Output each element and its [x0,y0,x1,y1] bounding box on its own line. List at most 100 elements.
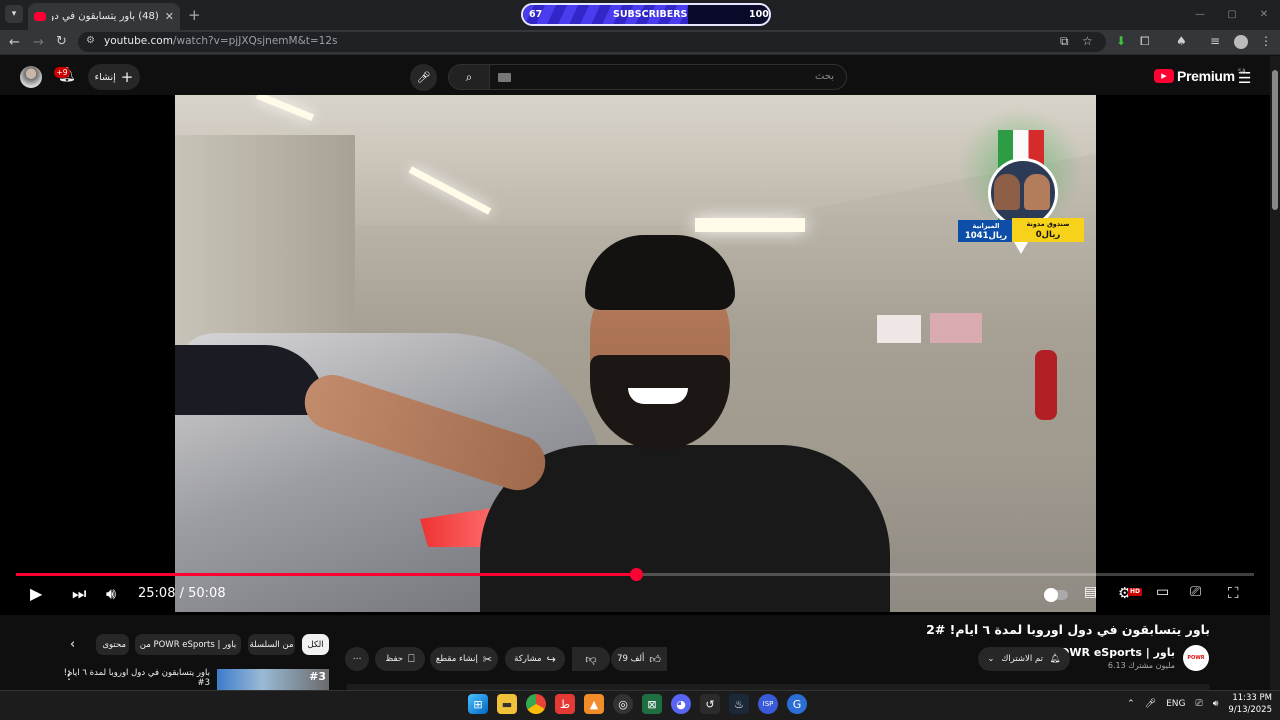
maximize-button[interactable]: ▢ [1216,0,1248,28]
chips-scroll-left-icon[interactable]: ‹ [70,637,75,652]
budget-box: الميزانية 1041ريال [958,220,1014,242]
back-arrow-icon[interactable]: ← [9,35,20,50]
budget-value: 1041ريال [964,231,1008,241]
chip-all[interactable]: الكل [302,634,329,655]
extensions-puzzle-icon[interactable]: ⧠ [1140,34,1150,49]
search-icon: ⌕ [465,69,473,84]
channel-avatar[interactable]: POWR [1183,645,1209,671]
tab-list-button[interactable]: ▾ [5,5,23,23]
chip-channel[interactable]: من POWR eSports | باور [135,634,241,655]
create-button[interactable]: إنشاء + [88,64,140,90]
language-indicator[interactable]: ENG [1166,699,1185,709]
hd-badge: HD [1128,588,1142,596]
save-button[interactable]: حفظ ⎕ [375,647,425,671]
more-actions-button[interactable]: ⋯ [345,647,369,671]
fullscreen-icon[interactable]: ⛶ [1228,584,1239,602]
likes-count: 79 ألف [617,654,645,664]
progress-bar[interactable] [16,568,1254,581]
profile-avatar-icon[interactable] [1234,35,1248,49]
tab-title: (48) باور يتسابقون في دول اوروبا [52,11,159,22]
reload-icon[interactable]: ↻ [56,34,67,49]
search-input[interactable]: بحث [489,64,847,90]
cast-icon[interactable]: ⎚ [1190,584,1201,600]
windows-start-icon[interactable]: ⊞ [468,694,488,714]
play-icon[interactable]: ▶ [30,584,42,603]
app-arc-icon[interactable]: ↺ [700,694,720,714]
incognito-icon[interactable]: ♠ [1176,34,1187,48]
microphone-icon: 🎤︎ [416,71,431,84]
microphone-tray-icon[interactable]: 🎤︎ [1145,699,1156,709]
video-title: باور يتسابقون في دول اوروبا لمدة ٦ ايام!… [926,622,1210,637]
new-tab-button[interactable]: + [188,6,201,24]
page-scrollbar-thumb[interactable] [1272,70,1278,210]
chrome-icon[interactable] [526,694,546,714]
dislike-button[interactable]: 👎︎ [572,647,610,671]
plus-icon: + [120,68,134,86]
reading-list-icon[interactable]: ≡ [1210,34,1220,48]
speaker-icon[interactable]: 🔊︎ [1213,699,1219,709]
address-bar[interactable]: ⚙ youtube.com/watch?v=pjJXQsjnemM&t=12s [78,32,1106,52]
autoplay-toggle[interactable] [1044,588,1068,602]
file-explorer-icon[interactable]: ▬ [497,694,517,714]
tray-chevron-icon[interactable]: ⌃ [1127,699,1135,709]
minimize-button[interactable]: — [1184,0,1216,28]
close-window-button[interactable]: ✕ [1248,0,1280,28]
youtube-play-logo-icon: ▶ [1154,69,1174,83]
suggestion-menu-icon[interactable]: ⋮ [63,668,75,682]
budget-overlay-badge: الميزانية 1041ريال صندوق مدونة 0ريال [958,108,1084,258]
episode-number: #3 [309,670,326,683]
youtube-favicon-icon [34,12,46,21]
subscriber-current: 67 [529,9,543,20]
next-icon[interactable]: ⏭︎ [72,584,86,604]
tab-close-icon[interactable]: ✕ [165,10,174,23]
window-controls: — ▢ ✕ [1184,0,1280,28]
discord-icon[interactable]: ◕ [671,694,691,714]
app-green-icon[interactable]: ⊠ [642,694,662,714]
subtitles-icon[interactable]: ▤ [1084,584,1097,600]
bell-icon: 🔔︎ [1049,654,1061,664]
youtube-premium-logo[interactable]: ▶ Premium SA [1154,68,1246,84]
duration: 50:08 [188,586,226,601]
app-red-icon[interactable]: ط [555,694,575,714]
budget-label: الميزانية [972,222,1000,230]
badge-pointer [1014,242,1028,254]
scene-fire-extinguisher [1035,350,1057,420]
app-orange-icon[interactable]: ▲ [584,694,604,714]
like-button[interactable]: 79 ألف 👍︎ [611,647,667,671]
taskbar-apps: ⊞ ▬ ط ▲ ◎ ⊠ ◕ ↺ ♨ ISP G [468,694,807,714]
taskbar-clock[interactable]: 11:33 PM 9/13/2025 [1228,692,1272,716]
search-button[interactable]: ⌕ [448,64,490,90]
chrome-menu-icon[interactable]: ⋮ [1260,34,1272,48]
logo-text: Premium [1177,68,1235,84]
install-app-icon[interactable]: ⧉ [1060,34,1069,49]
share-button[interactable]: مشاركة ↪ [505,647,565,671]
site-info-icon[interactable]: ⚙ [86,35,95,46]
channel-name[interactable]: POWR eSports | باور [1052,646,1175,659]
chip-content[interactable]: محتوى [96,634,129,655]
subscribed-label: تم الاشتراك [1001,654,1043,664]
bookmark-star-icon[interactable]: ☆ [1082,34,1093,48]
app-g-icon[interactable]: G [787,694,807,714]
time-separator: / [175,586,189,601]
theater-mode-icon[interactable]: ▭ [1156,584,1169,600]
account-avatar[interactable] [20,66,42,88]
network-icon[interactable]: ⎚ [1196,699,1203,709]
system-tray: ⌃ 🎤︎ ENG ⎚ 🔊︎ 11:33 PM 9/13/2025 [1127,692,1272,716]
keyboard-icon[interactable] [498,73,511,82]
chevron-down-icon: ⌄ [987,654,995,664]
voice-search-button[interactable]: 🎤︎ [410,64,437,91]
steam-icon[interactable]: ♨ [729,694,749,714]
clip-button[interactable]: إنشاء مقطع ✂ [430,647,498,671]
forward-arrow-icon[interactable]: → [33,35,44,50]
volume-icon[interactable]: 🔊︎ [106,584,116,604]
chip-series[interactable]: من السلسلة [248,634,295,655]
scissors-icon: ✂ [482,652,493,666]
share-arrow-icon: ↪ [546,652,556,666]
app-blue-icon[interactable]: ISP [758,694,778,714]
fund-value: 0ريال [1035,230,1061,240]
subscribed-button[interactable]: ⌄ تم الاشتراك 🔔︎ [978,647,1070,671]
extension-icon[interactable]: ⬇ [1116,34,1126,48]
thumbs-down-icon: 👎︎ [585,652,597,666]
app-circle-icon[interactable]: ◎ [613,694,633,714]
browser-tab-active[interactable]: (48) باور يتسابقون في دول اوروبا ✕ [28,3,180,30]
